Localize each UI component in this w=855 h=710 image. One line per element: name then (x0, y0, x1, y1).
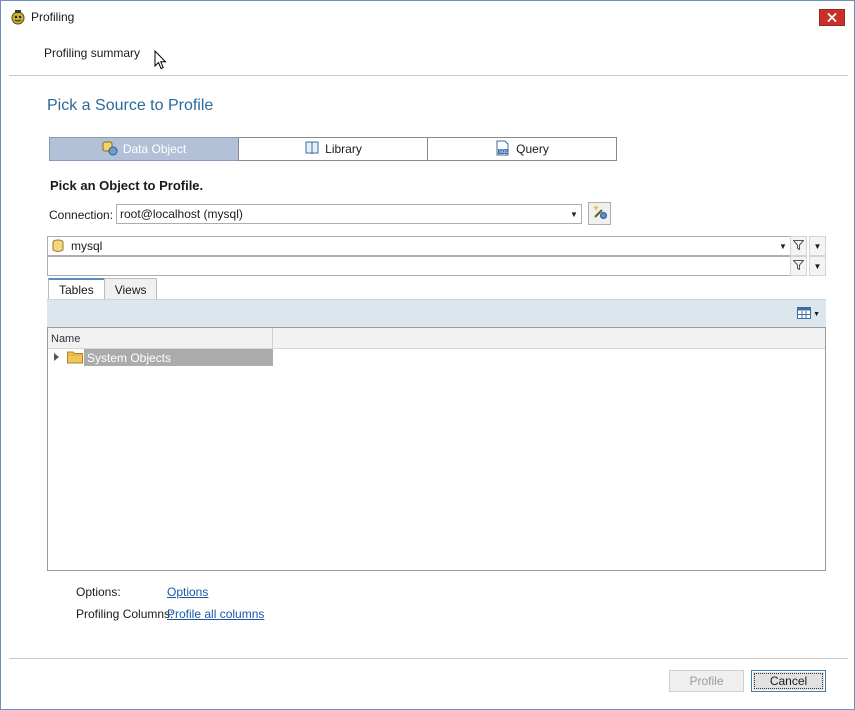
svg-text:SQL: SQL (499, 149, 508, 155)
data-object-icon (102, 140, 118, 159)
filter-icon (792, 260, 805, 272)
column-header-name[interactable]: Name (48, 328, 273, 349)
options-link[interactable]: Options (167, 585, 208, 599)
chevron-down-icon: ▼ (813, 241, 822, 251)
connection-select[interactable]: root@localhost (mysql) ▼ (116, 204, 582, 224)
title-bar: Profiling (1, 1, 854, 31)
header-divider (9, 75, 848, 76)
view-mode-button[interactable]: ▼ (797, 307, 820, 322)
database-filter-button[interactable] (790, 236, 807, 256)
object-filter-input[interactable] (47, 256, 791, 276)
database-select[interactable]: mysql ▼ (47, 236, 791, 256)
filter-icon (792, 240, 805, 252)
section-title: Pick an Object to Profile. (50, 178, 204, 193)
tab-data-object-label: Data Object (122, 142, 187, 156)
chevron-down-icon: ▼ (813, 261, 822, 271)
object-type-tabs: Tables Views (48, 278, 158, 300)
new-connection-button[interactable] (588, 202, 611, 225)
source-type-selector: Data Object Library SQL Query (49, 137, 619, 161)
tab-views[interactable]: Views (103, 278, 158, 300)
chevron-down-icon: ▼ (813, 311, 820, 318)
connection-wizard-icon (592, 204, 608, 223)
mouse-cursor-icon (154, 49, 167, 73)
profile-button[interactable]: Profile (669, 670, 744, 692)
close-button[interactable] (819, 9, 845, 26)
chevron-down-icon: ▼ (779, 241, 787, 251)
tab-library-label: Library (325, 142, 362, 156)
expand-arrow-icon[interactable] (54, 353, 59, 361)
grid-toolbar: ▼ (47, 299, 826, 327)
close-icon (827, 11, 837, 25)
tab-query-label: Query (516, 142, 549, 156)
folder-icon (67, 350, 83, 367)
connection-value: root@localhost (mysql) (120, 207, 243, 221)
sql-query-icon: SQL (495, 140, 511, 159)
options-label: Options: (76, 585, 121, 599)
page-title: Pick a Source to Profile (47, 97, 214, 114)
tab-library[interactable]: Library (238, 137, 428, 161)
footer-divider (9, 658, 848, 659)
connection-label: Connection: (49, 208, 114, 222)
database-value: mysql (71, 239, 103, 253)
tab-tables[interactable]: Tables (48, 278, 105, 300)
database-icon (48, 239, 68, 253)
tree-row[interactable]: System Objects (48, 349, 825, 366)
profiling-summary-label: Profiling summary (44, 46, 141, 60)
summary-header: Profiling summary (1, 31, 854, 76)
window-title: Profiling (31, 10, 75, 24)
object-filter-dropdown[interactable]: ▼ (809, 256, 826, 276)
app-icon (10, 9, 26, 25)
chevron-down-icon: ▼ (570, 209, 578, 219)
cancel-button[interactable]: Cancel (751, 670, 826, 692)
tree-row-label: System Objects (84, 349, 273, 366)
tab-data-object[interactable]: Data Object (49, 137, 239, 161)
objects-grid: Name System Objects (47, 327, 826, 571)
tab-query[interactable]: SQL Query (427, 137, 617, 161)
library-book-icon (304, 140, 320, 159)
grid-header: Name (48, 328, 825, 349)
grid-view-icon (797, 307, 812, 322)
profiling-columns-label: Profiling Columns: (76, 607, 174, 621)
database-filter-dropdown[interactable]: ▼ (809, 236, 826, 256)
profile-all-columns-link[interactable]: Profile all columns (167, 607, 264, 621)
object-filter-button[interactable] (790, 256, 807, 276)
profiling-dialog: Profiling Profiling summary Pick a Sourc… (0, 0, 855, 710)
